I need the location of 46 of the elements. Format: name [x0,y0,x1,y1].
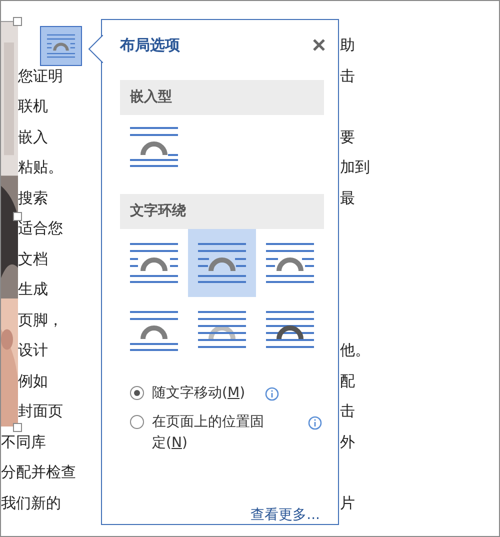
body-text: 生成 [18,279,48,300]
body-text: 文档 [18,248,48,269]
radio-button[interactable] [130,415,144,429]
layout-options-button[interactable] [40,26,82,66]
text-wrap-icon [130,125,178,169]
radio-label: 随文字移动(M) [152,384,246,403]
see-more-link[interactable]: 查看更多... [250,506,324,524]
body-text: 例如 [18,370,48,391]
body-text: 不同库 [1,432,46,452]
body-text: 适合您 [18,218,63,238]
body-text: 要 [340,126,355,147]
resize-handle[interactable] [13,212,22,221]
text-wrap-icon [198,241,246,285]
text-wrap-icon [266,241,314,285]
text-wrap-icon [130,309,178,353]
body-text: 外 [340,432,355,452]
body-text: 击 [340,66,355,86]
body-text: 粘贴。 [18,157,63,178]
body-text: 联机 [18,96,48,116]
body-text: 最 [340,188,355,208]
radio-button[interactable] [130,386,144,400]
info-icon[interactable] [308,416,322,430]
popup-title: 布局选项 [120,36,180,54]
section-header: 文字环绕 [120,194,324,229]
radio-label: 在页面上的位置固定(N) [152,413,264,453]
text-wrap-icon [130,241,178,285]
body-text: 配 [340,370,355,391]
body-text: 封面页 [18,401,63,422]
resize-handle[interactable] [13,422,22,432]
body-text: 页脚， [18,310,63,330]
body-text: 他。 [340,340,370,360]
body-text: 分配并检查 [1,462,76,482]
body-text: 嵌入 [18,126,48,147]
body-text: 助 [340,35,355,56]
body-text: 设计 [18,340,48,360]
body-text: 片 [340,492,355,513]
info-icon[interactable] [265,387,280,401]
resize-handle[interactable] [13,17,22,26]
body-text: 我们新的 [1,492,61,513]
close-icon[interactable] [312,38,326,52]
body-text: 击 [340,401,355,422]
text-wrap-icon [47,33,75,59]
section-header: 嵌入型 [120,80,324,115]
body-text: 您证明 [18,66,63,86]
body-text: 加到 [340,157,370,178]
body-text: 搜索 [18,188,48,208]
